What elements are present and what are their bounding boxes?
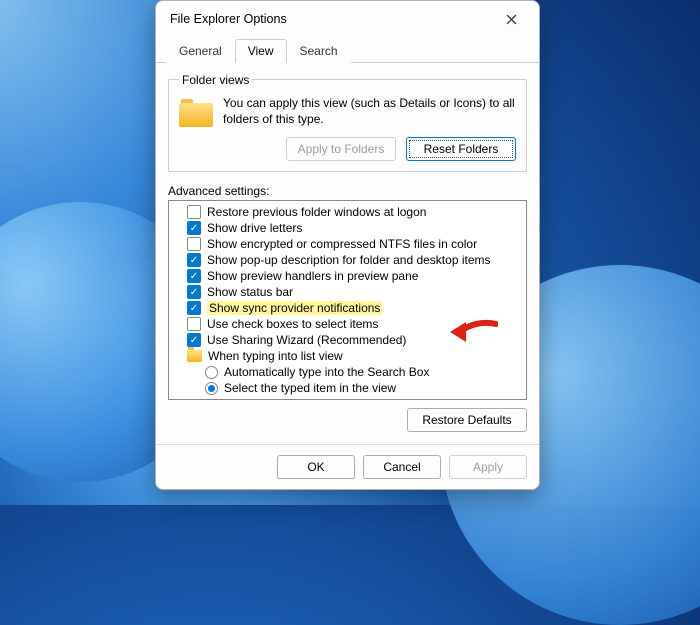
tab-general[interactable]: General bbox=[166, 39, 235, 63]
reset-folders-button[interactable]: Reset Folders bbox=[406, 137, 516, 161]
list-item[interactable]: ✓Use Sharing Wizard (Recommended) bbox=[171, 332, 524, 348]
advanced-settings-list[interactable]: Restore previous folder windows at logon… bbox=[168, 200, 527, 400]
folder-icon bbox=[179, 99, 213, 127]
radio-icon[interactable] bbox=[205, 366, 218, 379]
checkbox-icon[interactable]: ✓ bbox=[187, 333, 201, 347]
apply-to-folders-button: Apply to Folders bbox=[286, 137, 396, 161]
checkbox-icon[interactable]: ✓ bbox=[187, 285, 201, 299]
list-item[interactable]: Select the typed item in the view bbox=[171, 380, 524, 396]
list-item[interactable]: ✓Show sync provider notifications bbox=[171, 300, 524, 316]
list-item[interactable]: Use check boxes to select items bbox=[171, 316, 524, 332]
folder-views-legend: Folder views bbox=[179, 73, 252, 87]
checkbox-icon[interactable] bbox=[187, 237, 201, 251]
restore-defaults-button[interactable]: Restore Defaults bbox=[407, 408, 527, 432]
dialog-title: File Explorer Options bbox=[170, 12, 491, 26]
list-item[interactable]: ✓Show preview handlers in preview pane bbox=[171, 268, 524, 284]
list-group: When typing into list view bbox=[171, 348, 524, 364]
close-button[interactable] bbox=[491, 3, 531, 35]
ok-button[interactable]: OK bbox=[277, 455, 355, 479]
folder-views-desc: You can apply this view (such as Details… bbox=[223, 95, 516, 127]
checkbox-icon[interactable] bbox=[187, 205, 201, 219]
tab-strip: General View Search bbox=[156, 38, 539, 63]
list-item[interactable]: ✓Show drive letters bbox=[171, 220, 524, 236]
list-item[interactable]: Show encrypted or compressed NTFS files … bbox=[171, 236, 524, 252]
checkbox-icon[interactable]: ✓ bbox=[187, 253, 201, 267]
checkbox-icon[interactable]: ✓ bbox=[187, 221, 201, 235]
checkbox-icon[interactable]: ✓ bbox=[187, 301, 201, 315]
folder-views-group: Folder views You can apply this view (su… bbox=[168, 73, 527, 172]
radio-icon[interactable] bbox=[205, 382, 218, 395]
checkbox-icon[interactable] bbox=[187, 317, 201, 331]
advanced-settings-label: Advanced settings: bbox=[168, 184, 527, 198]
apply-button: Apply bbox=[449, 455, 527, 479]
titlebar: File Explorer Options bbox=[156, 1, 539, 38]
cancel-button[interactable]: Cancel bbox=[363, 455, 441, 479]
tab-search[interactable]: Search bbox=[287, 39, 351, 63]
file-explorer-options-dialog: File Explorer Options General View Searc… bbox=[155, 0, 540, 490]
list-item[interactable]: ✓Show status bar bbox=[171, 284, 524, 300]
folder-icon bbox=[187, 350, 202, 362]
list-item[interactable]: Automatically type into the Search Box bbox=[171, 364, 524, 380]
tab-view[interactable]: View bbox=[235, 39, 287, 63]
list-item[interactable]: ✓Show pop-up description for folder and … bbox=[171, 252, 524, 268]
list-item[interactable]: Restore previous folder windows at logon bbox=[171, 204, 524, 220]
checkbox-icon[interactable]: ✓ bbox=[187, 269, 201, 283]
dialog-button-row: OK Cancel Apply bbox=[156, 444, 539, 489]
